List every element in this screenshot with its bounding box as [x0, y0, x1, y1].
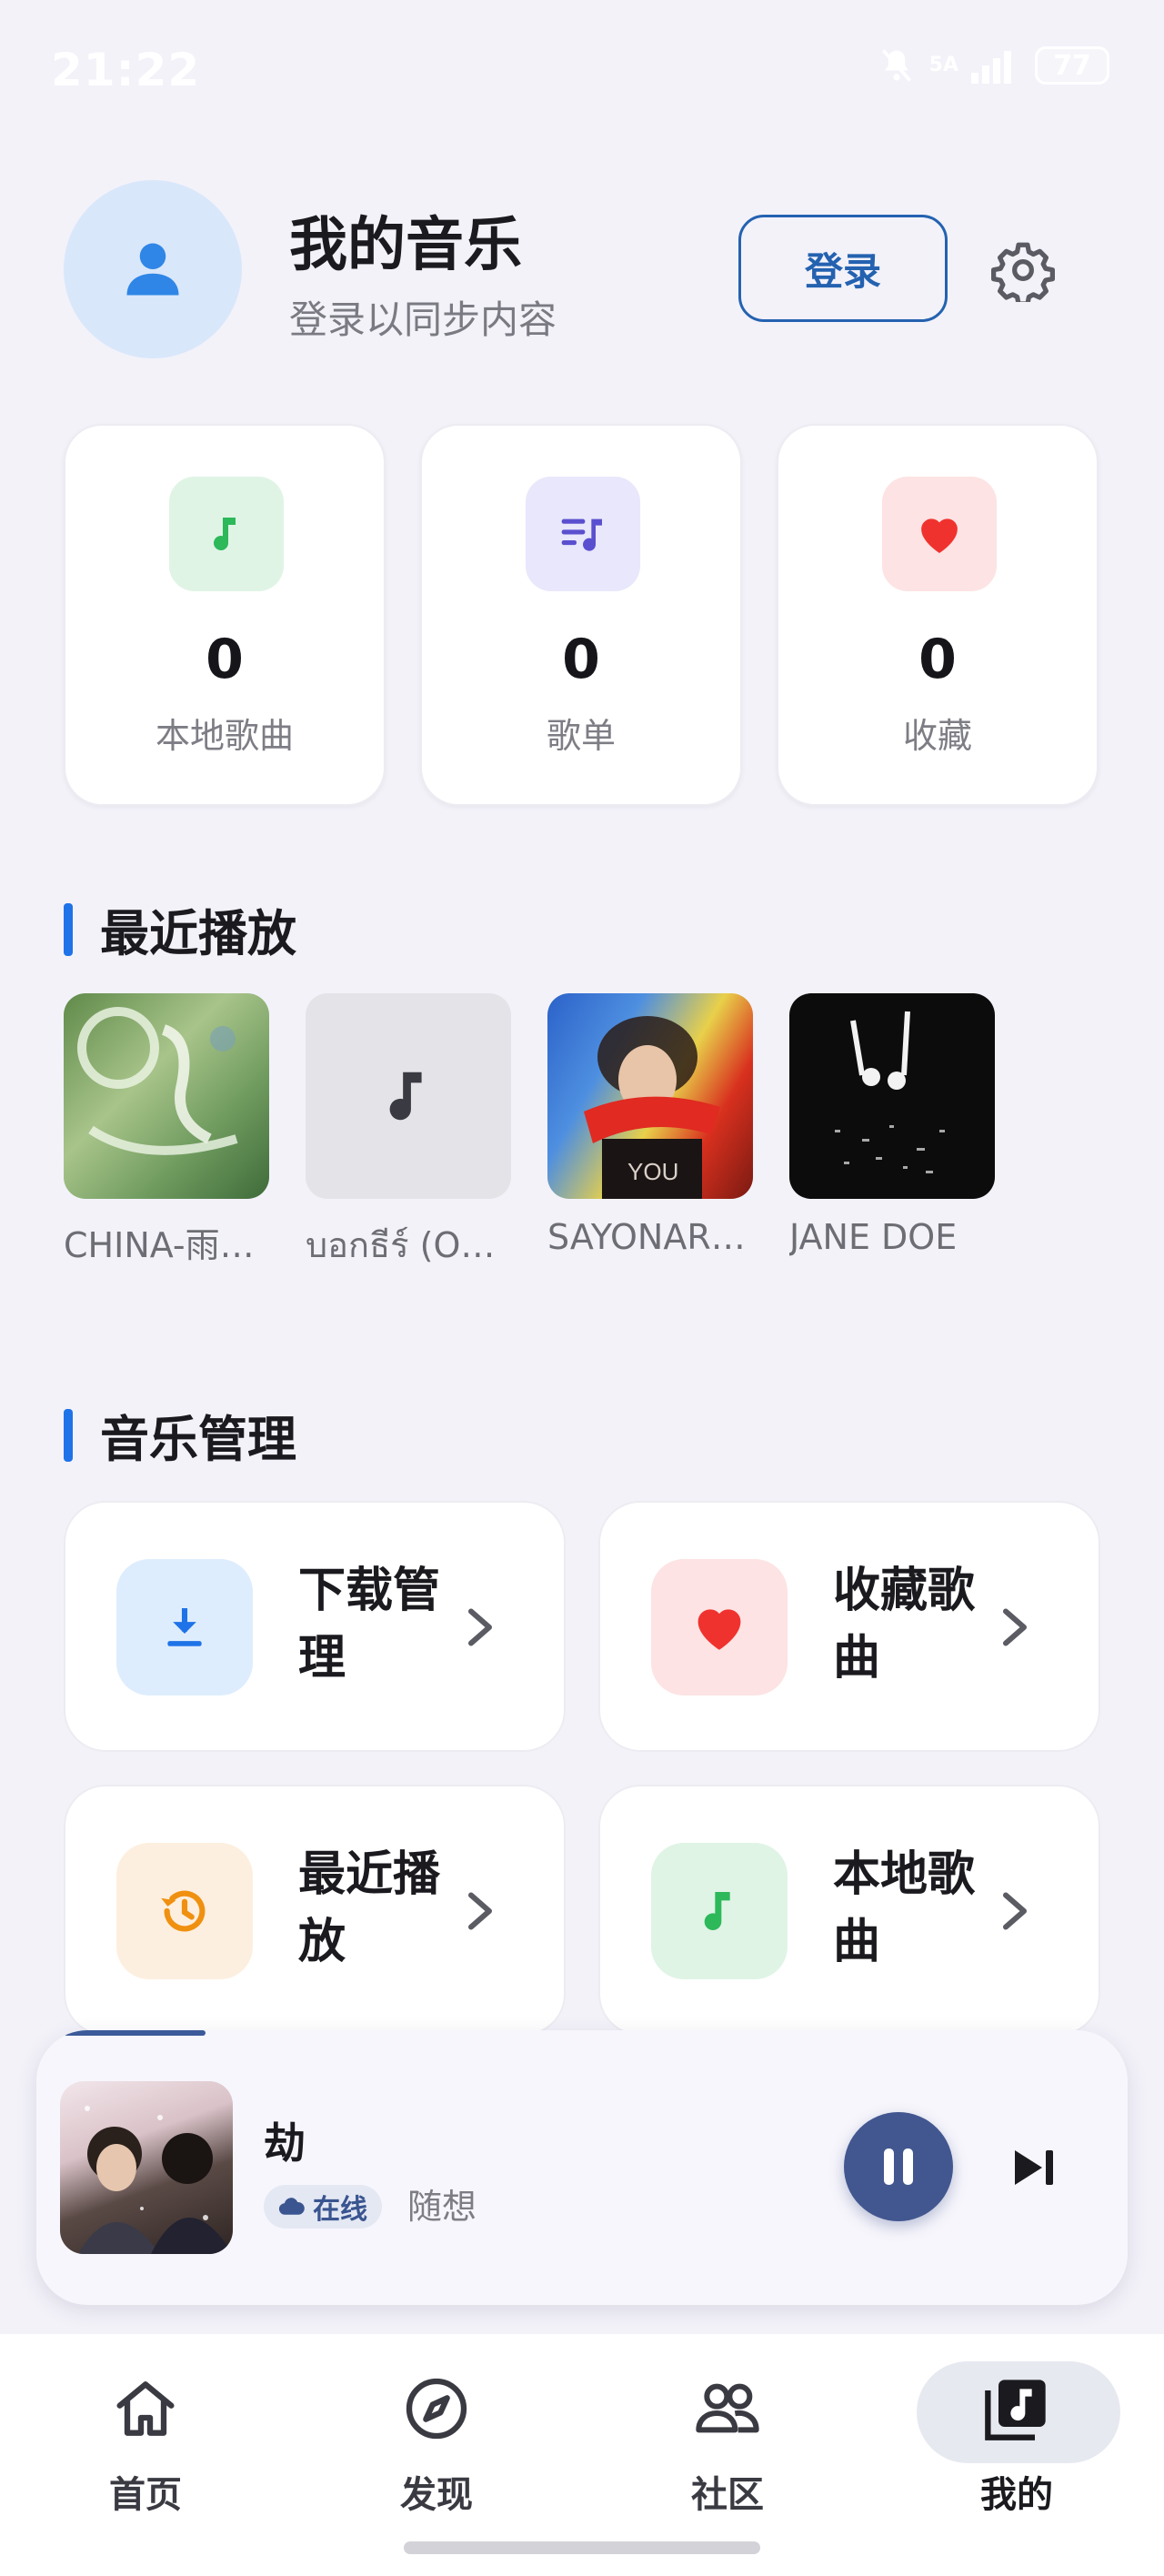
- svg-text:YOU: YOU: [627, 1158, 678, 1185]
- cover-art-icon: [78, 2106, 233, 2254]
- album-cover: YOU: [547, 993, 753, 1199]
- nav-label: 我的: [980, 2474, 1053, 2516]
- cover-art-icon: YOU: [584, 1016, 720, 1199]
- stat-card-playlists[interactable]: 0 歌单: [420, 424, 742, 806]
- nav-item-discover[interactable]: 发现: [336, 2361, 537, 2525]
- stat-icon-box: [882, 477, 997, 591]
- download-icon: [167, 1608, 202, 1646]
- avatar[interactable]: [64, 180, 242, 358]
- album-cover: [789, 993, 995, 1199]
- manage-card-recent-plays[interactable]: 最近播放: [64, 1785, 566, 2036]
- player-progress: [36, 2030, 1128, 2036]
- manage-icon-box: [651, 1843, 788, 1979]
- album-cover-placeholder: [306, 993, 511, 1199]
- manage-label: 最近播放: [298, 1847, 441, 1969]
- home-icon: [116, 2381, 175, 2436]
- login-button[interactable]: 登录: [738, 215, 948, 322]
- section-accent-bar: [64, 1408, 73, 1462]
- home-indicator: [404, 2541, 760, 2554]
- player-artist: 随想: [407, 2187, 477, 2227]
- gear-icon[interactable]: [991, 238, 1055, 302]
- pause-button[interactable]: [844, 2112, 953, 2221]
- manage-card-downloads[interactable]: 下载管理: [64, 1501, 566, 1752]
- heart-icon: [697, 1609, 741, 1650]
- user-icon: [126, 243, 179, 296]
- playlist-icon: [561, 518, 602, 551]
- player-song-title: 劫: [264, 2118, 306, 2168]
- recent-item[interactable]: บอกธีร์ (O…: [306, 993, 511, 1273]
- recent-item-name: บอกธีร์ (O…: [306, 1225, 496, 1265]
- recent-item[interactable]: JANE DOE: [789, 993, 995, 1257]
- manage-label: 本地歌曲: [833, 1847, 976, 1969]
- music-note-icon: [214, 518, 236, 551]
- heart-icon: [921, 518, 958, 553]
- cloud-icon: [278, 2198, 305, 2215]
- manage-label: 收藏歌曲: [833, 1564, 976, 1685]
- music-note-icon: [704, 1892, 730, 1931]
- music-note-icon: [389, 1072, 422, 1121]
- nav-item-community[interactable]: 社区: [627, 2361, 828, 2525]
- chevron-right-icon: [468, 1892, 492, 1930]
- section-accent-bar: [64, 902, 73, 956]
- stat-label: 歌单: [546, 716, 616, 756]
- my-music-icon: [985, 2380, 1046, 2440]
- status-time: 21:22: [51, 44, 201, 96]
- signal-icon: [971, 51, 1011, 84]
- section-title: 最近播放: [100, 905, 296, 962]
- stat-value: 0: [918, 628, 957, 691]
- chevron-right-icon: [1003, 1608, 1027, 1646]
- stat-value: 0: [562, 628, 600, 691]
- recent-item[interactable]: CHINA-雨…: [64, 993, 269, 1267]
- recent-item[interactable]: YOU SAYONAR…: [547, 993, 753, 1257]
- stat-label: 本地歌曲: [155, 716, 294, 756]
- nav-item-my-music[interactable]: 我的: [917, 2361, 1120, 2525]
- nav-label: 社区: [691, 2474, 764, 2516]
- mute-bell-icon: [881, 49, 911, 82]
- manage-card-local-songs[interactable]: 本地歌曲: [598, 1785, 1100, 2036]
- stat-label: 收藏: [902, 716, 972, 756]
- page-subtitle: 登录以同步内容: [289, 297, 557, 342]
- manage-icon-box: [116, 1559, 253, 1696]
- manage-icon-box: [116, 1843, 253, 1979]
- chevron-right-icon: [468, 1608, 492, 1646]
- online-badge: 在线: [264, 2185, 382, 2229]
- stat-card-favorites[interactable]: 0 收藏: [777, 424, 1099, 806]
- section-header-recent: 最近播放: [64, 893, 296, 965]
- cover-art-icon: [77, 1007, 238, 1155]
- manage-label: 下载管理: [298, 1564, 441, 1685]
- nav-item-home[interactable]: 首页: [45, 2361, 246, 2525]
- player-album-cover[interactable]: [60, 2081, 233, 2254]
- section-title: 音乐管理: [100, 1411, 296, 1468]
- stat-value: 0: [206, 628, 244, 691]
- manage-icon-box: [651, 1559, 788, 1696]
- bottom-nav: 首页 发现 社区 我的: [0, 2334, 1164, 2576]
- player-progress-fill: [64, 2030, 206, 2036]
- skip-next-icon[interactable]: [1011, 2147, 1057, 2189]
- network-type: 5A: [928, 54, 958, 76]
- cover-art-icon: [835, 1011, 945, 1173]
- pause-icon: [884, 2148, 913, 2185]
- community-icon: [696, 2383, 759, 2433]
- section-header-manage: 音乐管理: [64, 1399, 296, 1471]
- mini-player[interactable]: 劫 在线 随想: [36, 2030, 1128, 2305]
- nav-label: 首页: [109, 2474, 182, 2516]
- recent-item-name: SAYONAR…: [547, 1217, 746, 1257]
- status-icons: 5A 77: [877, 45, 1109, 86]
- stat-card-local-songs[interactable]: 0 本地歌曲: [64, 424, 386, 806]
- stat-icon-box: [526, 477, 640, 591]
- nav-label: 发现: [400, 2474, 473, 2516]
- album-cover: [64, 993, 269, 1199]
- recent-item-name: CHINA-雨…: [64, 1225, 255, 1265]
- compass-icon: [406, 2378, 467, 2440]
- status-bar: 21:22 5A 77: [0, 0, 1164, 136]
- chevron-right-icon: [1003, 1892, 1027, 1930]
- recent-item-name: JANE DOE: [789, 1217, 958, 1257]
- stat-icon-box: [169, 477, 284, 591]
- battery-indicator: 77: [1035, 46, 1109, 85]
- manage-card-favorite-songs[interactable]: 收藏歌曲: [598, 1501, 1100, 1752]
- online-badge-label: 在线: [313, 2194, 367, 2226]
- page-title: 我的音乐: [289, 212, 522, 279]
- history-icon: [161, 1890, 206, 1932]
